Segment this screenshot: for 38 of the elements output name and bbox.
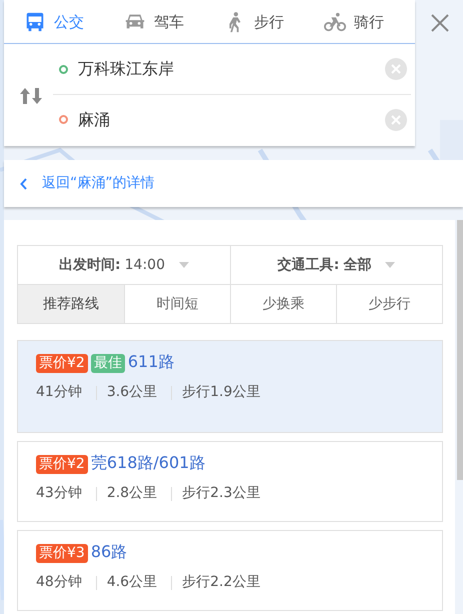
mode-tab[interactable]: 公交	[4, 0, 104, 44]
caret-icon	[385, 262, 396, 268]
route-stat: 2.8公里	[106, 484, 158, 503]
route-stat: 步行2.3公里	[182, 484, 260, 503]
mode-tab[interactable]: 步行	[204, 0, 304, 44]
bus-icon	[24, 11, 46, 33]
place-dot	[59, 64, 68, 74]
route-name[interactable]: 莞618路/601路	[90, 453, 206, 472]
close-icon	[390, 114, 402, 126]
route-name[interactable]: 611路	[128, 352, 174, 371]
route-stat: 步行2.2公里	[182, 573, 260, 592]
route-stat: 41分钟	[36, 383, 82, 402]
mode-tab[interactable]: 骑行	[304, 0, 404, 44]
price-tag: 票价¥2	[36, 455, 88, 474]
route-name[interactable]: 86路	[90, 542, 128, 561]
start-field[interactable]: 万科珠江东岸	[78, 57, 385, 81]
mode-tab[interactable]: 驾车	[104, 0, 204, 44]
route-stat: 43分钟	[36, 484, 82, 503]
price-tag: 票价¥2	[36, 354, 88, 373]
route-card[interactable]: 票价¥2 莞618路/601路 43分钟 2.8公里 步行2.3公里	[17, 441, 443, 522]
best-tag: 最佳	[90, 354, 125, 373]
scrollbar[interactable]	[457, 220, 463, 480]
route-stat: 4.6公里	[106, 573, 158, 592]
destination-field[interactable]: 麻涌	[78, 108, 385, 132]
caret-icon	[178, 262, 189, 268]
route-stat: 48分钟	[36, 573, 82, 592]
route-stat: 3.6公里	[106, 383, 158, 402]
route-card[interactable]: 票价¥3 86路 48分钟 4.6公里 步行2.2公里	[17, 530, 443, 611]
bicycle-icon	[324, 11, 346, 33]
route-stat: 步行1.9公里	[182, 383, 260, 402]
route-card[interactable]: 票价¥2 最佳 611路 41分钟 3.6公里 步行1.9公里	[17, 340, 443, 433]
place-dot	[59, 115, 68, 124]
back-chevron-icon[interactable]	[20, 178, 28, 190]
swap-icon[interactable]	[20, 86, 42, 106]
back-link[interactable]: 返回“麻涌”的详情	[42, 173, 155, 194]
price-tag: 票价¥3	[36, 544, 88, 563]
sort-tab[interactable]: 推荐路线	[18, 285, 124, 323]
close-icon	[390, 63, 402, 75]
